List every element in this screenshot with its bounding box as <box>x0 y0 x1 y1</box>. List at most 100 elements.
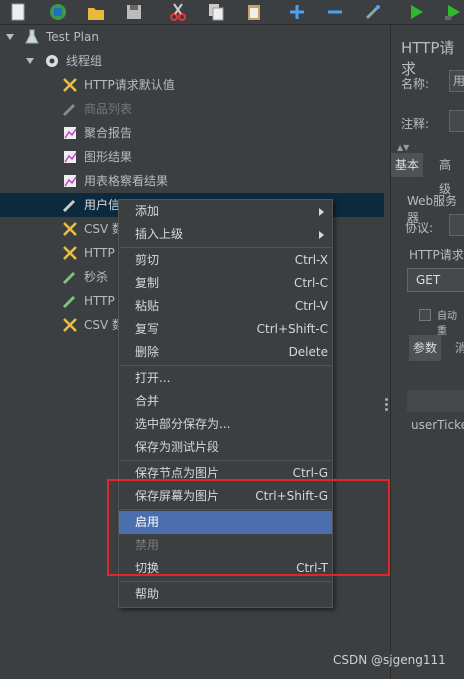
tree-node-label: 商品列表 <box>84 102 133 116</box>
params-table-header <box>407 390 464 412</box>
tree-node-item[interactable]: CSV 数 <box>62 313 124 337</box>
watermark: CSDN @sjgeng111 <box>333 653 446 667</box>
menu-item-shortcut: Ctrl-V <box>294 299 328 313</box>
menu-item-add[interactable]: 添加 <box>119 200 332 223</box>
tree-node-label: 聚合报告 <box>84 126 133 140</box>
menu-item-label: 粘贴 <box>135 299 160 313</box>
tree-node-label: 用表格察看结果 <box>84 174 169 188</box>
menu-item-label: 复制 <box>135 276 160 290</box>
menu-item-shortcut: Delete <box>288 345 328 359</box>
chart-icon <box>64 175 77 187</box>
pipette-icon <box>62 271 76 285</box>
splitter-grip-icon[interactable] <box>385 398 388 412</box>
tree-node-item[interactable]: CSV 数 <box>62 217 124 241</box>
toolbar <box>0 0 464 25</box>
menu-item-copy[interactable]: 复制 Ctrl-C <box>119 272 332 295</box>
submenu-arrow-icon <box>319 208 324 216</box>
auto-redirect-checkbox[interactable] <box>419 309 431 321</box>
toggle-icon[interactable] <box>363 2 383 22</box>
annotation-highlight-box <box>107 479 390 576</box>
tab-body[interactable]: 消 <box>451 335 464 361</box>
tree-node-label: 线程组 <box>66 54 103 68</box>
collapse-arrows-icon[interactable]: ▲▼ <box>397 143 409 152</box>
tree-node-label: Test Plan <box>46 30 99 44</box>
tab-advanced[interactable]: 高级 <box>435 153 464 196</box>
submenu-arrow-icon <box>319 231 324 239</box>
start-icon[interactable] <box>406 2 426 22</box>
tab-params[interactable]: 参数 <box>409 335 442 361</box>
menu-item-cut[interactable]: 剪切 Ctrl-X <box>119 249 332 272</box>
flask-icon <box>25 29 39 44</box>
tree-node-item[interactable]: HTTP请求默认值 <box>62 73 242 97</box>
chart-icon <box>64 151 77 163</box>
menu-item-merge[interactable]: 合并 <box>119 390 332 413</box>
method-select[interactable]: GET <box>407 268 464 292</box>
menu-item-label: 复写 <box>135 322 160 336</box>
menu-item-label: 合并 <box>135 394 160 408</box>
menu-item-delete[interactable]: 删除 Delete <box>119 341 332 364</box>
menu-separator <box>120 365 331 366</box>
auto-redirect-label: 自动重 <box>437 311 457 337</box>
wrench-icon <box>63 78 77 92</box>
menu-item-duplicate[interactable]: 复写 Ctrl+Shift-C <box>119 318 332 341</box>
menu-item-open[interactable]: 打开... <box>119 367 332 390</box>
cut-icon[interactable] <box>168 2 188 22</box>
chart-icon <box>64 127 77 139</box>
comment-label: 注释: <box>401 117 430 131</box>
menu-item-label: 删除 <box>135 345 160 359</box>
request-tabs: 基本 高级 <box>391 153 464 196</box>
protocol-label: 协议: <box>405 221 434 235</box>
protocol-field[interactable] <box>449 214 464 236</box>
comment-field[interactable] <box>449 110 464 132</box>
tree-node-item[interactable]: 用表格察看结果 <box>62 169 242 193</box>
templates-icon[interactable] <box>48 2 68 22</box>
menu-item-shortcut: Ctrl-X <box>294 253 328 267</box>
menu-item-shortcut: Ctrl+Shift-C <box>256 322 328 336</box>
http-request-label: HTTP请求 <box>409 248 464 262</box>
menu-item-paste[interactable]: 粘贴 Ctrl-V <box>119 295 332 318</box>
tree-node-thread-group[interactable]: 线程组 <box>24 49 144 73</box>
save-icon[interactable] <box>124 2 144 22</box>
tree-node-item[interactable]: 秒杀 <box>62 265 122 289</box>
pipette-icon <box>62 103 76 117</box>
open-icon[interactable] <box>86 2 106 22</box>
menu-item-save-as-fragment[interactable]: 保存为测试片段 <box>119 436 332 459</box>
tree-node-label: 秒杀 <box>84 270 109 284</box>
menu-item-help[interactable]: 帮助 <box>119 583 332 606</box>
new-icon[interactable] <box>8 2 28 22</box>
tree-node-test-plan[interactable]: Test Plan <box>4 25 124 49</box>
http-request-panel: HTTP请求 名称: 用 注释: ▲▼ 基本 高级 Web服务器 协议: HTT… <box>390 25 464 679</box>
expand-icon[interactable] <box>287 2 307 22</box>
menu-item-save-selection[interactable]: 选中部分保存为... <box>119 413 332 436</box>
menu-separator <box>120 247 331 248</box>
tree-node-label: HTTP <box>84 294 115 308</box>
menu-separator <box>120 460 331 461</box>
name-field[interactable]: 用 <box>449 70 464 92</box>
start-no-pauses-icon[interactable] <box>443 2 463 22</box>
tree-node-item[interactable]: 商品列表 <box>62 97 242 121</box>
paste-icon[interactable] <box>244 2 264 22</box>
tree-node-item[interactable]: HTTP <box>62 289 122 313</box>
wrench-icon <box>63 222 77 236</box>
copy-icon[interactable] <box>206 2 226 22</box>
menu-separator <box>120 581 331 582</box>
wrench-icon <box>63 246 77 260</box>
tree-node-item[interactable]: 聚合报告 <box>62 121 242 145</box>
expand-arrow-icon[interactable] <box>26 58 34 64</box>
menu-item-label: 保存为测试片段 <box>135 440 220 454</box>
param-cell[interactable]: userTicke <box>411 418 464 432</box>
tab-basic[interactable]: 基本 <box>391 153 424 177</box>
menu-item-shortcut: Ctrl-C <box>293 276 328 290</box>
menu-item-insert-parent[interactable]: 插入上级 <box>119 223 332 246</box>
menu-item-label: 添加 <box>135 204 160 218</box>
wrench-icon <box>63 318 77 332</box>
pipette-icon <box>62 199 76 213</box>
collapse-icon[interactable] <box>325 2 345 22</box>
tree-node-label: HTTP请求默认值 <box>84 78 175 92</box>
menu-item-label: 帮助 <box>135 587 160 601</box>
expand-arrow-icon[interactable] <box>6 34 14 40</box>
pipette-icon <box>62 295 76 309</box>
tree-node-item[interactable]: 图形结果 <box>62 145 242 169</box>
tree-node-item[interactable]: HTTP <box>62 241 122 265</box>
name-label: 名称: <box>401 77 430 91</box>
